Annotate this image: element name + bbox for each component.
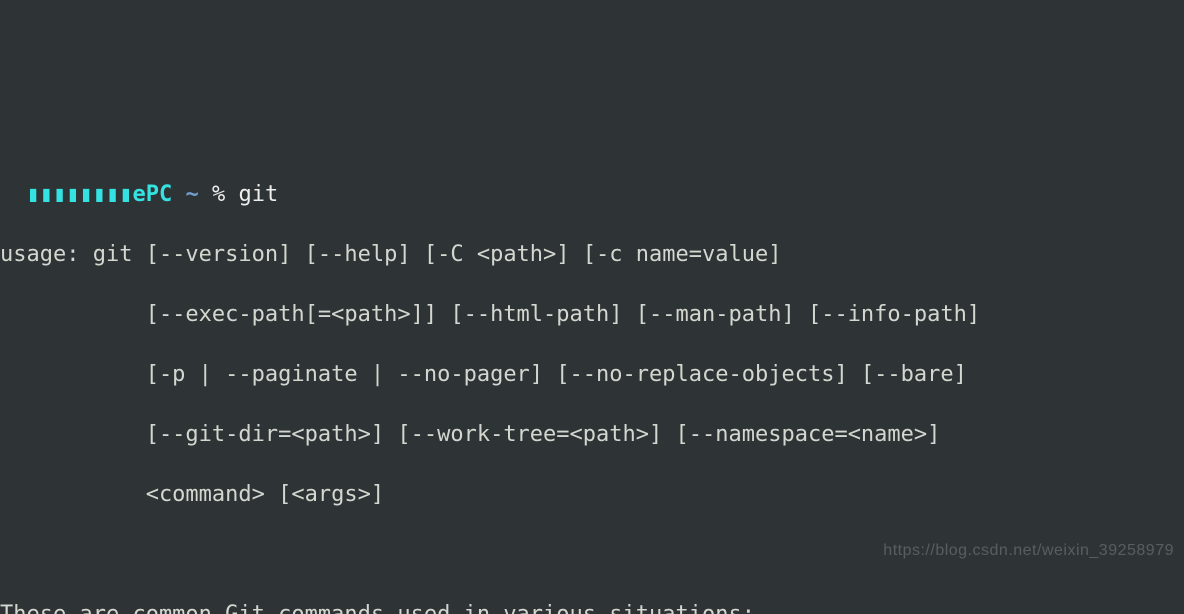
usage-line-4: [--git-dir=<path>] [--work-tree=<path>] … xyxy=(0,420,1184,450)
user-host-prefix: ▮▮▮▮▮▮▮▮ xyxy=(0,182,132,207)
typed-command: git xyxy=(238,182,278,207)
user-host-suffix: ePC xyxy=(132,182,172,207)
usage-line-2: [--exec-path[=<path>]] [--html-path] [--… xyxy=(0,300,1184,330)
usage-line-1: usage: git [--version] [--help] [-C <pat… xyxy=(0,240,1184,270)
watermark-text: https://blog.csdn.net/weixin_39258979 xyxy=(883,536,1174,566)
usage-line-5: <command> [<args>] xyxy=(0,480,1184,510)
prompt-line[interactable]: ▮▮▮▮▮▮▮▮ePC ~ % git xyxy=(0,180,1184,210)
cwd-tilde: ~ xyxy=(172,182,212,207)
usage-line-3: [-p | --paginate | --no-pager] [--no-rep… xyxy=(0,360,1184,390)
common-heading: These are common Git commands used in va… xyxy=(0,600,1184,614)
prompt-symbol: % xyxy=(212,182,239,207)
